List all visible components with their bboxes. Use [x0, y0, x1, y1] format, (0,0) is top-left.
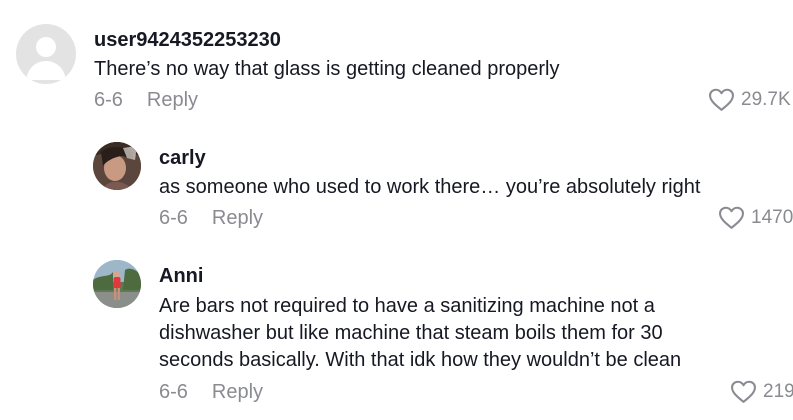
heart-icon [719, 206, 744, 229]
comment-meta: 6-6 Reply [159, 207, 263, 230]
like-count: 1470 [751, 207, 793, 228]
like-button[interactable]: 29.7K [708, 88, 791, 112]
reply-button[interactable]: Reply [147, 89, 198, 111]
comment-text: as someone who used to work there… you’r… [159, 176, 701, 198]
reply-button[interactable]: Reply [212, 207, 263, 229]
heart-icon [709, 88, 734, 111]
like-button[interactable]: 1470 [718, 206, 793, 230]
comment-date: 6-6 [159, 207, 188, 229]
comment-date: 6-6 [94, 89, 123, 111]
photo-avatar [93, 142, 141, 190]
comment-username[interactable]: carly [159, 147, 206, 170]
avatar[interactable] [93, 260, 141, 308]
comment: user9424352253230 There’s no way that gl… [0, 0, 793, 130]
avatar[interactable] [16, 24, 76, 84]
like-button[interactable]: 219 [730, 380, 793, 404]
like-count: 219 [763, 381, 793, 402]
reply-button[interactable]: Reply [212, 381, 263, 403]
comment-meta: 6-6 Reply [159, 381, 263, 404]
comment-text: There’s no way that glass is getting cle… [94, 58, 560, 80]
reply-comment: carly as someone who used to work there…… [0, 130, 793, 250]
heart-icon [731, 380, 756, 403]
comment-username[interactable]: Anni [159, 265, 203, 288]
reply-comment: Anni Are bars not required to have a san… [0, 250, 793, 420]
comment-text: seconds basically. With that idk how the… [159, 349, 682, 371]
comment-username[interactable]: user9424352253230 [94, 29, 281, 52]
comment-text: Are bars not required to have a sanitizi… [159, 295, 655, 317]
comment-meta: 6-6 Reply [94, 89, 198, 112]
avatar[interactable] [93, 142, 141, 190]
like-count: 29.7K [741, 89, 791, 110]
default-avatar-icon [26, 37, 66, 80]
photo-avatar [93, 260, 141, 308]
comment-date: 6-6 [159, 381, 188, 403]
comment-text: dishwasher but like machine that steam b… [159, 322, 663, 344]
